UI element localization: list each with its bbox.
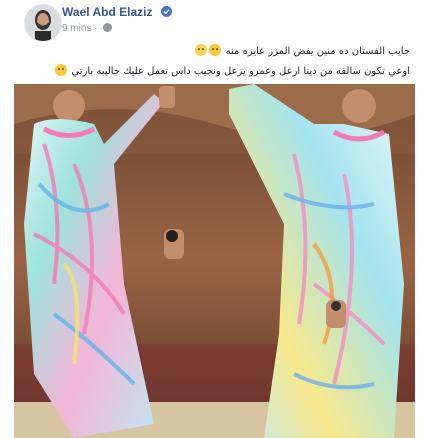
- video-thumbnail: [14, 84, 415, 438]
- grinning-face-icon: [55, 64, 68, 76]
- post-timestamp[interactable]: 9 mins: [62, 23, 91, 34]
- caption-line-1: جايب الفستان ده منين يفض المزز عايزه منه: [20, 42, 410, 62]
- post-caption: جايب الفستان ده منين يفض المزز عايزه منه…: [20, 42, 410, 82]
- thinking-face-icon: [209, 44, 222, 56]
- facebook-post: Wael Abd Elaziz 9 mins · جايب الفستان ده…: [0, 0, 424, 438]
- avatar-image: [25, 5, 61, 41]
- meta-separator: ·: [94, 23, 98, 34]
- verified-badge-icon: [161, 6, 172, 17]
- post-header: Wael Abd Elaziz 9 mins ·: [10, 2, 414, 42]
- caption-text-2: اوعي تكون سالفه من دينا ارعل وعمرو يزعل …: [71, 66, 410, 77]
- crying-face-icon: [195, 44, 208, 56]
- post-video[interactable]: [14, 84, 415, 438]
- post-meta: 9 mins ·: [62, 23, 113, 34]
- globe-icon[interactable]: [103, 23, 113, 32]
- caption-line-2: اوعي تكون سالفه من دينا ارعل وعمرو يزعل …: [20, 62, 410, 82]
- caption-text-1: جايب الفستان ده منين يفض المزز عايزه منه: [225, 46, 410, 57]
- author-name[interactable]: Wael Abd Elaziz: [62, 5, 152, 19]
- avatar[interactable]: [24, 4, 62, 42]
